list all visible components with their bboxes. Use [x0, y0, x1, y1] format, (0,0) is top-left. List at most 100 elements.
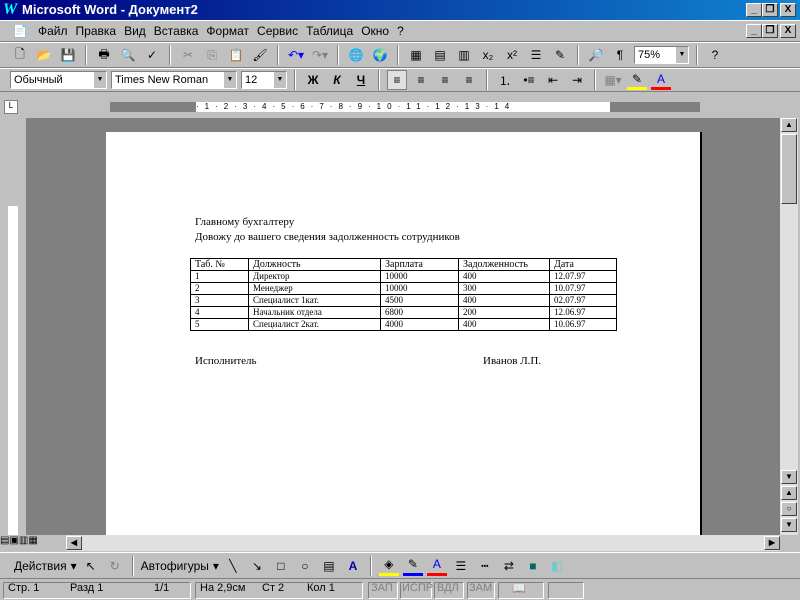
status-page: Стр. 1: [8, 582, 40, 594]
format-painter-icon[interactable]: 🖌: [250, 45, 270, 65]
doc-restore-button[interactable]: ❐: [762, 24, 778, 38]
justify-icon[interactable]: ≡: [459, 70, 479, 90]
draw-font-color-icon[interactable]: A: [426, 556, 447, 576]
align-center-icon[interactable]: ≡: [411, 70, 431, 90]
align-right-icon[interactable]: ≡: [435, 70, 455, 90]
menu-file[interactable]: Файл: [38, 24, 68, 38]
size-select[interactable]: 12: [241, 71, 287, 89]
status-section: Разд 1: [70, 582, 104, 594]
status-ext[interactable]: ВДЛ: [437, 582, 459, 594]
hyperlink-icon[interactable]: 🌍: [370, 45, 390, 65]
menu-table[interactable]: Таблица: [306, 24, 353, 38]
copy-icon[interactable]: ⎘: [202, 45, 222, 65]
superscript-icon[interactable]: x²: [502, 45, 522, 65]
spelling-icon[interactable]: ✓: [142, 45, 162, 65]
scroll-up-button[interactable]: ▲: [781, 118, 797, 132]
close-button[interactable]: X: [780, 3, 796, 17]
scroll-thumb[interactable]: [781, 134, 797, 204]
select-pointer-icon[interactable]: ↖: [81, 556, 101, 576]
vertical-scrollbar[interactable]: ▲ ▼ ▲ ○ ▼: [780, 118, 798, 535]
italic-button[interactable]: К: [327, 70, 347, 90]
font-select[interactable]: Times New Roman: [111, 71, 237, 89]
tables-borders-icon[interactable]: ▦: [406, 45, 426, 65]
zoom-select[interactable]: 75%: [634, 46, 689, 64]
shadow-icon[interactable]: ■: [523, 556, 543, 576]
status-trk[interactable]: ИСПР: [402, 582, 433, 594]
bullets-icon[interactable]: •≡: [519, 70, 539, 90]
increase-indent-icon[interactable]: ⇥: [567, 70, 587, 90]
insert-excel-icon[interactable]: ▥: [454, 45, 474, 65]
rectangle-icon[interactable]: □: [271, 556, 291, 576]
doc-map-icon[interactable]: 🔎: [586, 45, 606, 65]
web-icon[interactable]: 🌐: [346, 45, 366, 65]
menu-tools[interactable]: Сервис: [257, 24, 298, 38]
new-icon[interactable]: 🗋: [10, 45, 30, 65]
line-color-icon[interactable]: ✎: [402, 556, 423, 576]
paste-icon[interactable]: 📋: [226, 45, 246, 65]
scroll-down-button[interactable]: ▼: [781, 470, 797, 484]
arrow-icon[interactable]: ↘: [247, 556, 267, 576]
status-rec[interactable]: ЗАП: [371, 582, 393, 594]
cut-icon[interactable]: ✂: [178, 45, 198, 65]
drawing-icon[interactable]: ✎: [550, 45, 570, 65]
menu-edit[interactable]: Правка: [76, 24, 117, 38]
table-row: 3 Специалист 1кат. 4500 400 02.07.97: [190, 294, 617, 307]
scroll-left-button[interactable]: ◀: [66, 536, 82, 550]
doc-minimize-button[interactable]: _: [746, 24, 762, 38]
redo-icon[interactable]: ↷▾: [310, 45, 330, 65]
help-icon[interactable]: ?: [705, 45, 725, 65]
maximize-button[interactable]: ❐: [762, 3, 778, 17]
align-left-icon[interactable]: ≡: [387, 70, 407, 90]
horizontal-scrollbar[interactable]: ▤▣▥▦ ◀ ▶: [0, 535, 780, 551]
undo-icon[interactable]: ↶▾: [286, 45, 306, 65]
status-ovr[interactable]: ЗАМ: [469, 582, 492, 594]
browse-object-button[interactable]: ○: [781, 502, 797, 516]
autoshapes-menu[interactable]: Автофигуры: [141, 559, 209, 573]
actions-menu[interactable]: Действия: [14, 559, 67, 573]
menu-view[interactable]: Вид: [124, 24, 146, 38]
3d-icon[interactable]: ◧: [547, 556, 567, 576]
numbering-icon[interactable]: ⒈: [495, 70, 515, 90]
oval-icon[interactable]: ○: [295, 556, 315, 576]
underline-button[interactable]: Ч: [351, 70, 371, 90]
doc-close-button[interactable]: X: [780, 24, 796, 38]
pilcrow-icon[interactable]: ¶: [610, 45, 630, 65]
menu-help[interactable]: ?: [397, 24, 404, 38]
line-style-icon[interactable]: ☰: [451, 556, 471, 576]
insert-table-icon[interactable]: ▤: [430, 45, 450, 65]
columns-icon[interactable]: ☰: [526, 45, 546, 65]
minimize-button[interactable]: _: [746, 3, 762, 17]
menu-bar: 📄 Файл Правка Вид Вставка Формат Сервис …: [0, 20, 800, 42]
open-icon[interactable]: 📂: [34, 45, 54, 65]
document-icon[interactable]: 📄: [10, 21, 30, 41]
rotate-icon[interactable]: ↻: [105, 556, 125, 576]
subscript-icon[interactable]: x₂: [478, 45, 498, 65]
textbox-icon[interactable]: ▤: [319, 556, 339, 576]
borders-icon[interactable]: ▦▾: [603, 70, 623, 90]
save-icon[interactable]: 💾: [58, 45, 78, 65]
menu-insert[interactable]: Вставка: [154, 24, 199, 38]
wordart-icon[interactable]: A: [343, 556, 363, 576]
prev-page-button[interactable]: ▲: [781, 486, 797, 500]
spelling-status-icon[interactable]: 📖: [512, 582, 526, 595]
line-icon[interactable]: ╲: [223, 556, 243, 576]
style-select[interactable]: Обычный: [10, 71, 107, 89]
fill-color-icon[interactable]: ◈: [378, 556, 399, 576]
table-row: 1 Директор 10000 400 12.07.97: [190, 270, 617, 283]
tab-selector[interactable]: L: [4, 100, 18, 114]
decrease-indent-icon[interactable]: ⇤: [543, 70, 563, 90]
bold-button[interactable]: Ж: [303, 70, 323, 90]
view-buttons[interactable]: ▤▣▥▦: [0, 535, 66, 551]
print-icon[interactable]: 🖶: [94, 45, 114, 65]
highlight-icon[interactable]: ✎: [627, 70, 647, 90]
scroll-right-button[interactable]: ▶: [764, 536, 780, 550]
preview-icon[interactable]: 🔍: [118, 45, 138, 65]
menu-window[interactable]: Окно: [361, 24, 389, 38]
dash-style-icon[interactable]: ┅: [475, 556, 495, 576]
arrow-style-icon[interactable]: ⇄: [499, 556, 519, 576]
document-page[interactable]: Главному бухгалтеру Довожу до вашего све…: [106, 132, 702, 542]
next-page-button[interactable]: ▼: [781, 518, 797, 532]
menu-format[interactable]: Формат: [206, 24, 249, 38]
font-color-icon[interactable]: A: [651, 70, 671, 90]
table-row: 4 Начальник отдела 6800 200 12.06.97: [190, 306, 617, 319]
